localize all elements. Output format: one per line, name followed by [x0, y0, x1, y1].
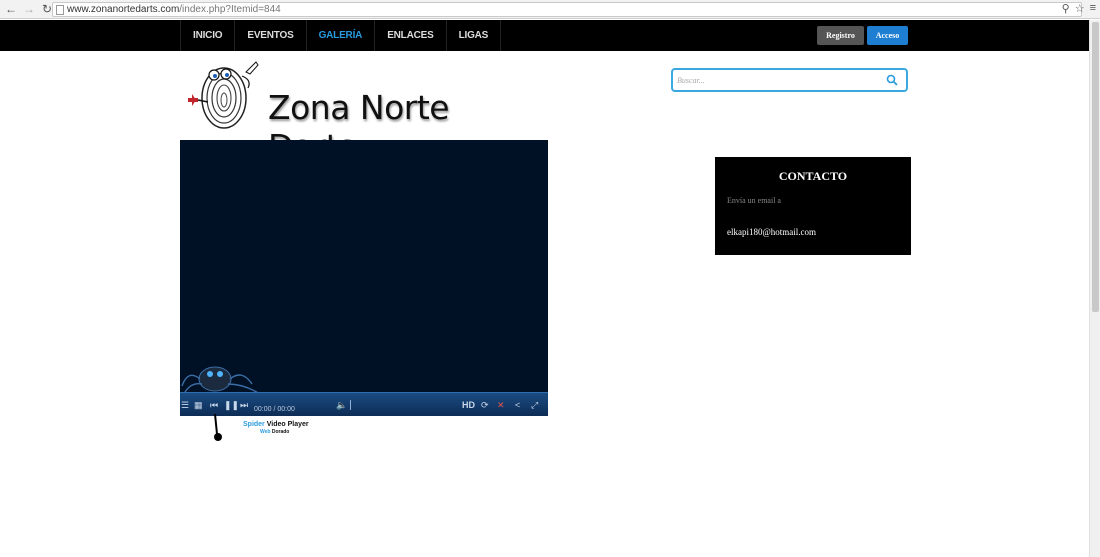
previous-icon[interactable]: ⏮: [210, 399, 218, 411]
player-brand-sub: Web Dorado: [260, 429, 289, 435]
playlist-icon[interactable]: ☰: [181, 399, 189, 411]
scrollbar-thumb[interactable]: [1092, 22, 1099, 312]
contact-subtitle: Envía un email a: [727, 196, 781, 205]
page-icon: [56, 5, 64, 15]
search-icon[interactable]: [886, 74, 898, 86]
top-navigation: INICIO EVENTOS GALERÍA ENLACES LIGAS Reg…: [0, 20, 1089, 51]
repeat-icon[interactable]: ⟳: [481, 399, 489, 411]
url-path: /index.php?Itemid=844: [179, 4, 281, 15]
player-sub-web: Web: [260, 429, 271, 435]
nav-item-ligas[interactable]: LIGAS: [445, 20, 502, 51]
nav-item-enlaces[interactable]: ENLACES: [374, 20, 445, 51]
acceso-button[interactable]: Acceso: [867, 26, 908, 45]
extension-icon[interactable]: ⚲: [1062, 2, 1070, 15]
search-box: [671, 68, 908, 92]
video-controls: ☰ ▦ ⏮ ❚❚ ⏭ 00:00 / 00:00 🔈 HD ⟳ ✕ < ⤢: [180, 392, 548, 416]
player-brand-rest: Video Player: [264, 421, 309, 428]
contact-module: CONTACTO Envía un email a elkapi180@hotm…: [715, 157, 911, 255]
fullscreen-icon[interactable]: ⤢: [531, 399, 538, 411]
hd-toggle[interactable]: HD: [462, 399, 475, 411]
nav-item-eventos[interactable]: EVENTOS: [234, 20, 305, 51]
timecode: 00:00 / 00:00: [254, 406, 295, 413]
next-icon[interactable]: ⏭: [240, 399, 248, 411]
forward-icon[interactable]: →: [22, 2, 36, 16]
site-logo[interactable]: Zona Norte Darts: [186, 60, 536, 166]
nav-item-galeria[interactable]: GALERÍA: [305, 20, 375, 51]
registro-button[interactable]: Registro: [817, 26, 864, 45]
contact-title: CONTACTO: [778, 169, 848, 183]
fingerprint-mascot-icon: [188, 61, 259, 129]
spider-logo-icon: [181, 366, 261, 394]
library-icon[interactable]: ▦: [194, 399, 203, 411]
url-domain: www.zonanortedarts.com: [67, 4, 180, 15]
player-sub-rest: Dorado: [270, 429, 290, 435]
pause-icon[interactable]: ❚❚: [224, 399, 239, 411]
bookmark-star-icon[interactable]: ☆: [1075, 2, 1085, 15]
page-scrollbar[interactable]: [1089, 20, 1100, 557]
player-brand-name: Spider: [243, 421, 265, 428]
volume-icon[interactable]: 🔈: [336, 399, 347, 411]
video-player[interactable]: ☰ ▦ ⏮ ❚❚ ⏭ 00:00 / 00:00 🔈 HD ⟳ ✕ < ⤢: [180, 140, 548, 416]
back-icon[interactable]: ←: [4, 2, 18, 16]
nav-item-inicio[interactable]: INICIO: [180, 20, 234, 51]
address-bar[interactable]: www.zonanortedarts.com/index.php?Itemid=…: [52, 2, 1082, 17]
menu-icon[interactable]: ≡: [1090, 2, 1096, 15]
search-input[interactable]: [677, 73, 877, 87]
player-brand-caption: Spider Video Player: [243, 421, 309, 428]
share-icon[interactable]: <: [515, 399, 520, 411]
spider-hanging-icon: [214, 414, 222, 441]
volume-slider[interactable]: [350, 400, 351, 410]
contact-email[interactable]: elkapi180@hotmail.com: [727, 227, 816, 237]
main-menu: INICIO EVENTOS GALERÍA ENLACES LIGAS: [180, 20, 502, 51]
shuffle-icon[interactable]: ✕: [497, 399, 505, 411]
browser-toolbar: ← → ↻ www.zonanortedarts.com/index.php?I…: [0, 0, 1100, 19]
